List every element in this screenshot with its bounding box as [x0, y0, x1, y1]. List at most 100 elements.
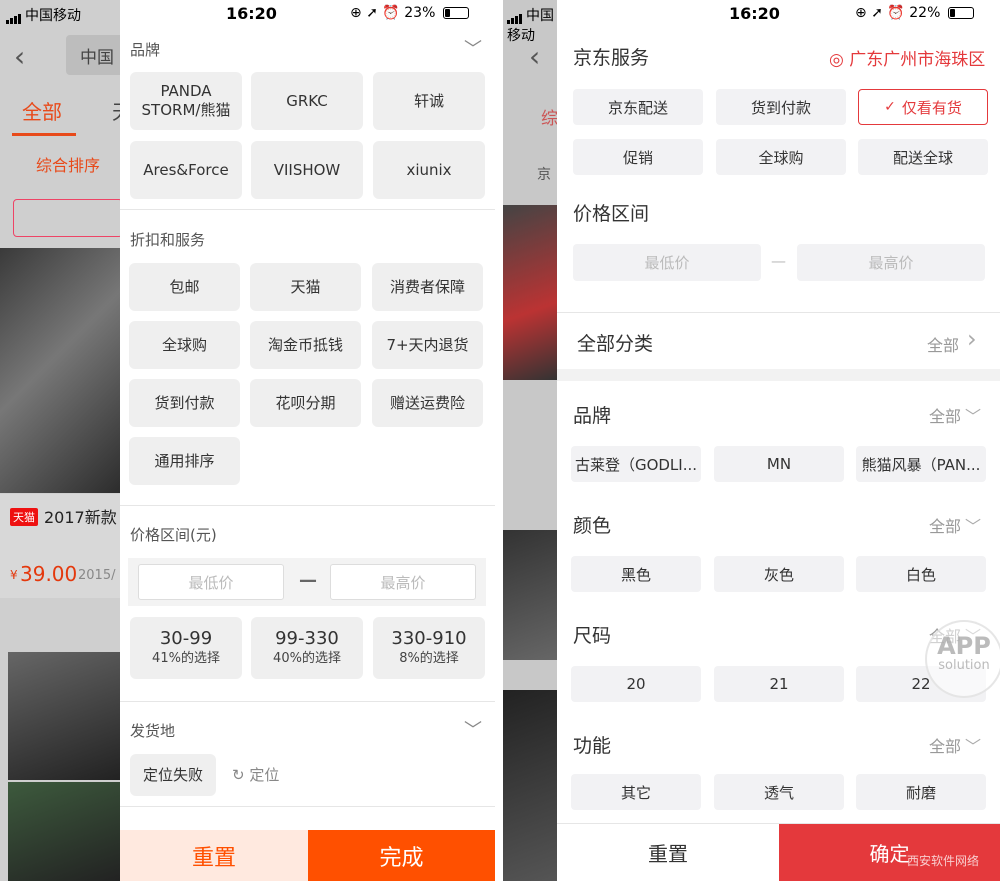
watermark-logo: APP solution: [925, 620, 1000, 698]
product-image: [503, 205, 557, 380]
signal-icon: [507, 8, 523, 24]
ship-from-title: 发货地: [130, 722, 176, 740]
tab-partial[interactable]: 综: [541, 104, 558, 129]
product-title[interactable]: 2017新款: [44, 504, 117, 528]
brand-chip[interactable]: VIISHOW: [251, 141, 363, 199]
price-dash: —: [771, 252, 786, 270]
service-chip[interactable]: 花呗分期: [250, 379, 361, 427]
service-chip-label: 赠送运费险: [389, 393, 465, 412]
relocate-button[interactable]: ↻ 定位: [232, 764, 279, 785]
price-range-chip[interactable]: 330-910 8%的选择: [373, 617, 485, 679]
check-icon: ✓: [884, 99, 896, 115]
brand-chip[interactable]: 熊猫风暴（PAN...: [856, 446, 986, 482]
color-chip[interactable]: 白色: [856, 556, 986, 592]
location-arrow-icon: ➚: [871, 5, 883, 21]
chevron-down-icon: ﹀: [965, 407, 982, 426]
brand-chip[interactable]: 轩诚: [373, 72, 485, 130]
jd-service-chip[interactable]: 配送全球: [858, 139, 988, 175]
service-chip[interactable]: 天猫: [250, 263, 361, 311]
service-chip[interactable]: 包邮: [129, 263, 240, 311]
brand-chip-label: PANDA STORM/熊猫: [141, 82, 231, 119]
max-price-input[interactable]: 最高价: [797, 244, 985, 281]
service-chip[interactable]: 货到付款: [129, 379, 240, 427]
search-partial[interactable]: 京: [537, 164, 551, 184]
back-icon[interactable]: ‹: [14, 40, 25, 73]
price-range-value: 330-910: [391, 628, 467, 649]
function-expand[interactable]: 全部 ﹀: [929, 733, 981, 757]
brand-expand[interactable]: 全部 ﹀: [929, 403, 981, 427]
color-chip[interactable]: 黑色: [571, 556, 701, 592]
reset-button[interactable]: 重置: [557, 824, 779, 881]
brand-chip[interactable]: GRKC: [251, 72, 363, 130]
locate-fail-chip[interactable]: 定位失败: [130, 754, 216, 796]
search-text: 中国: [80, 48, 114, 68]
service-chip-label: 包邮: [169, 277, 200, 296]
service-chip-label: 通用排序: [154, 451, 215, 470]
min-price-input[interactable]: 最低价: [138, 564, 284, 600]
min-price-input[interactable]: 最低价: [573, 244, 761, 281]
chevron-down-icon[interactable]: ﹀: [464, 35, 482, 61]
brand-chip[interactable]: PANDA STORM/熊猫: [130, 72, 242, 130]
size-chip[interactable]: 21: [714, 666, 844, 702]
color-chip[interactable]: 灰色: [714, 556, 844, 592]
service-chip[interactable]: 7+天内退货: [372, 321, 483, 369]
chevron-down-icon[interactable]: ﹀: [464, 716, 482, 742]
back-icon[interactable]: ‹: [529, 40, 540, 73]
service-chip[interactable]: 赠送运费险: [372, 379, 483, 427]
size-chip-label: 21: [769, 675, 789, 693]
brand-chip[interactable]: MN: [714, 446, 844, 482]
price-range-percent: 41%的选择: [152, 651, 220, 666]
brand-chip-label: 熊猫风暴（PAN...: [861, 455, 981, 474]
all-category-row[interactable]: 全部分类 全部 ›: [557, 313, 1000, 369]
price-range-title: 价格区间: [573, 203, 650, 225]
filter-pill[interactable]: [13, 199, 123, 237]
service-chip-label: 天猫: [290, 277, 321, 296]
jd-service-chip[interactable]: 促销: [573, 139, 703, 175]
brand-chip-label: xiunix: [406, 160, 452, 179]
location-selector[interactable]: ◎ 广东广州市海珠区: [829, 45, 985, 70]
service-chip[interactable]: 消费者保障: [372, 263, 483, 311]
max-price-input[interactable]: 最高价: [330, 564, 476, 600]
size-chip[interactable]: 20: [571, 666, 701, 702]
in-stock-only-chip[interactable]: ✓ 仅看有货: [858, 89, 988, 125]
brand-chip[interactable]: xiunix: [373, 141, 485, 199]
reset-button[interactable]: 重置: [120, 830, 308, 881]
tab-underline: [12, 133, 76, 136]
battery-icon: [947, 7, 974, 19]
sort-label[interactable]: 综合排序: [36, 152, 100, 176]
service-chip[interactable]: 全球购: [129, 321, 240, 369]
right-phone: 中国移动 ‹ 综 京 16:20 ⊕ ➚ ⏰ 22% 京东服务 ◎ 广东广州市海…: [503, 0, 1000, 881]
jd-service-chip[interactable]: 货到付款: [716, 89, 846, 125]
function-chip[interactable]: 其它: [571, 774, 701, 810]
service-chip-label: 全球购: [161, 335, 207, 354]
function-chip[interactable]: 耐磨: [856, 774, 986, 810]
jd-service-label: 货到付款: [750, 98, 811, 117]
left-phone: 中国移动 ‹ 中国 全部 天 综合排序 天猫 2017新款 ¥ 39.00 20…: [0, 0, 500, 881]
divider: [120, 806, 495, 807]
signal-icon: [6, 8, 22, 24]
tab-all[interactable]: 全部: [22, 96, 62, 125]
function-chip[interactable]: 透气: [714, 774, 844, 810]
jd-service-chip[interactable]: 全球购: [716, 139, 846, 175]
product-image-2: [503, 530, 557, 660]
price-range-chip[interactable]: 99-330 40%的选择: [251, 617, 363, 679]
price-range-value: 30-99: [159, 628, 213, 649]
price-range-chip[interactable]: 30-99 41%的选择: [130, 617, 242, 679]
brand-chip[interactable]: 古莱登（GODLI...: [571, 446, 701, 482]
service-chip-label: 7+天内退货: [386, 335, 469, 354]
product-image-2: [8, 652, 120, 780]
divider: [120, 209, 495, 210]
done-button[interactable]: 完成: [308, 830, 495, 881]
service-chip[interactable]: 淘金币抵钱: [250, 321, 361, 369]
brand-section-title: 品牌: [130, 41, 161, 59]
battery-percent: 22%: [909, 5, 941, 21]
brand-chip[interactable]: Ares&Force: [130, 141, 242, 199]
color-chip-label: 灰色: [763, 565, 794, 584]
price-symbol: ¥: [10, 568, 18, 582]
jd-service-chip[interactable]: 京东配送: [573, 89, 703, 125]
brand-chip-label: MN: [766, 455, 792, 473]
color-chip-label: 黑色: [620, 565, 651, 584]
color-expand[interactable]: 全部 ﹀: [929, 513, 981, 537]
search-bar[interactable]: 中国: [66, 35, 126, 75]
service-chip[interactable]: 通用排序: [129, 437, 240, 485]
